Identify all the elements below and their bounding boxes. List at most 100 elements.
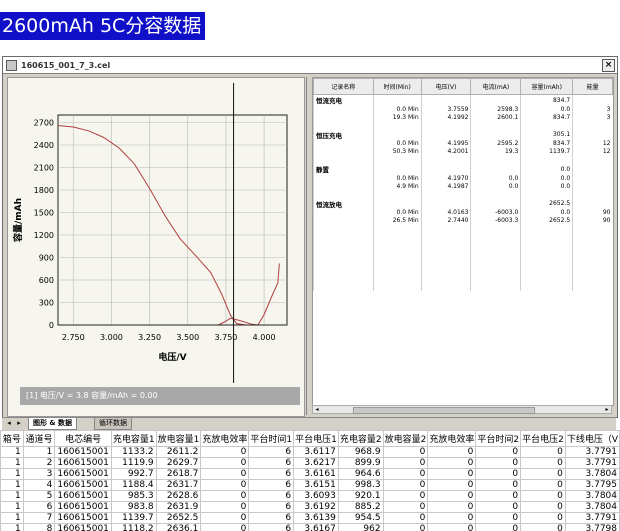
cycle-summary-sheet[interactable]: 箱号 通道号 电芯编号 充电容量1 放电容量1 充放电效率 平台时间1 平台电压1 充电容量2 放… [0, 430, 620, 531]
summary-cell[interactable]: 3.6117 [293, 446, 339, 458]
grid-row[interactable]: 恒流放电 2652.5 [313, 198, 613, 209]
tab-cycle-data[interactable]: 循环数据 [94, 418, 132, 430]
summary-cell[interactable]: 7 [22, 512, 56, 524]
summary-cell[interactable]: 6 [248, 501, 295, 513]
summary-cell[interactable]: 954.5 [337, 512, 384, 524]
summary-cell[interactable]: 3.7804 [564, 468, 620, 480]
summary-cell[interactable]: 0 [475, 512, 522, 524]
summary-cell[interactable]: 0 [427, 490, 477, 502]
summary-cell[interactable]: 160615001 [54, 446, 112, 458]
summary-cell[interactable]: 6 [248, 523, 295, 531]
summary-cell[interactable]: 2631.7 [155, 479, 202, 491]
summary-cell[interactable]: 3.6139 [293, 512, 339, 524]
summary-cell[interactable]: 1139.7 [110, 512, 157, 524]
summary-cell[interactable]: 0 [475, 479, 522, 491]
summary-cell[interactable]: 0 [200, 479, 250, 491]
grid-column-header[interactable]: 电流(mA) [470, 78, 522, 95]
summary-cell[interactable]: 2652.5 [155, 512, 202, 524]
scroll-right-icon[interactable]: ▸ [603, 406, 611, 413]
summary-cell[interactable]: 0 [427, 457, 477, 469]
summary-row[interactable]: 1 4 160615001 1188.4 2631.7 0 6 3.6151 998.3 0 0 0 0… [0, 479, 620, 491]
summary-cell[interactable]: 1 [0, 501, 24, 513]
summary-cell[interactable]: 3.6151 [293, 479, 339, 491]
summary-cell[interactable]: 0 [200, 457, 250, 469]
summary-cell[interactable]: 2629.7 [155, 457, 202, 469]
grid-row[interactable]: 静置 0.0 [313, 164, 613, 175]
summary-column-header[interactable]: 平台时间2 [475, 430, 522, 447]
summary-cell[interactable]: 3.6192 [293, 501, 339, 513]
summary-cell[interactable]: 0 [475, 490, 522, 502]
summary-cell[interactable]: 3.7791 [564, 512, 620, 524]
summary-row[interactable]: 1 6 160615001 983.8 2631.9 0 6 3.6192 885.2 0 0 0 0 3… [0, 501, 620, 513]
summary-cell[interactable]: 1 [0, 512, 24, 524]
summary-cell[interactable]: 1119.9 [110, 457, 157, 469]
summary-cell[interactable]: 964.6 [337, 468, 384, 480]
close-icon[interactable]: × [602, 58, 615, 72]
summary-column-header[interactable]: 下线电压（V [564, 430, 620, 447]
record-grid[interactable]: 记录名称 时间(Min) 电压(V) 电流(mA) 容量(mAh) 能量 恒流充电 834.… [312, 77, 614, 406]
summary-cell[interactable]: 0 [427, 512, 477, 524]
summary-cell[interactable]: 3.6093 [293, 490, 339, 502]
summary-column-header[interactable]: 电芯编号 [54, 430, 112, 447]
summary-cell[interactable]: 6 [22, 501, 56, 513]
summary-cell[interactable]: 0 [200, 468, 250, 480]
grid-row[interactable] [313, 155, 613, 165]
summary-column-header[interactable]: 充放电效率 [200, 430, 250, 447]
summary-cell[interactable]: 160615001 [54, 523, 112, 531]
summary-cell[interactable]: 3 [22, 468, 56, 480]
summary-cell[interactable]: 6 [248, 446, 295, 458]
grid-column-header[interactable]: 电压(V) [420, 78, 472, 95]
summary-column-header[interactable]: 放电容量1 [155, 430, 202, 447]
summary-cell[interactable]: 160615001 [54, 457, 112, 469]
summary-cell[interactable]: 1188.4 [110, 479, 157, 491]
tab-graph-data[interactable]: 图形 & 数据 [28, 418, 77, 430]
summary-cell[interactable]: 0 [475, 457, 522, 469]
summary-cell[interactable]: 6 [248, 490, 295, 502]
summary-cell[interactable]: 2611.2 [155, 446, 202, 458]
summary-cell[interactable]: 4 [22, 479, 56, 491]
summary-cell[interactable]: 1 [0, 446, 24, 458]
summary-row[interactable]: 1 5 160615001 985.3 2628.6 0 6 3.6093 920.1 0 0 0 0 3… [0, 490, 620, 502]
summary-cell[interactable]: 3.7798 [564, 523, 620, 531]
summary-cell[interactable]: 3.7791 [564, 457, 620, 469]
summary-cell[interactable]: 0 [427, 479, 477, 491]
summary-cell[interactable]: 0 [520, 468, 566, 480]
summary-cell[interactable]: 1 [0, 490, 24, 502]
summary-cell[interactable]: 0 [382, 512, 429, 524]
summary-cell[interactable]: 0 [382, 457, 429, 469]
summary-cell[interactable]: 0 [200, 501, 250, 513]
summary-cell[interactable]: 992.7 [110, 468, 157, 480]
summary-cell[interactable]: 899.9 [337, 457, 384, 469]
summary-column-header[interactable]: 平台电压2 [520, 430, 566, 447]
summary-cell[interactable]: 0 [520, 512, 566, 524]
summary-cell[interactable]: 5 [22, 490, 56, 502]
grid-row[interactable]: 50.3 Min 4.2001 19.3 1139.7 12 [313, 147, 613, 156]
summary-row[interactable]: 1 1 160615001 1133.2 2611.2 0 6 3.6117 968.9 0 0 0 0… [0, 446, 620, 458]
summary-cell[interactable]: 0 [382, 490, 429, 502]
capacity-voltage-chart[interactable]: 2.750 3.000 3.250 3.500 3.750 4.000 0 300 600 900… [7, 77, 305, 417]
grid-column-header[interactable]: 记录名称 [313, 78, 374, 95]
summary-cell[interactable]: 1118.2 [110, 523, 157, 531]
summary-column-header[interactable]: 放电容量2 [382, 430, 429, 447]
summary-column-header[interactable]: 平台电压1 [293, 430, 339, 447]
summary-cell[interactable]: 6 [248, 468, 295, 480]
summary-cell[interactable]: 920.1 [337, 490, 384, 502]
grid-row[interactable]: 0.0 Min 3.7559 2598.3 0.0 3 [313, 105, 613, 114]
summary-column-header[interactable]: 箱号 [0, 430, 24, 447]
pane-splitter[interactable] [306, 77, 311, 415]
summary-cell[interactable]: 0 [520, 490, 566, 502]
grid-row[interactable]: 0.0 Min 4.1995 2595.2 834.7 12 [313, 139, 613, 148]
summary-column-header[interactable]: 通道号 [22, 430, 56, 447]
grid-row[interactable]: 19.3 Min 4.1992 2600.1 834.7 3 [313, 113, 613, 122]
summary-cell[interactable]: 1 [0, 523, 24, 531]
summary-cell[interactable]: 0 [520, 457, 566, 469]
summary-cell[interactable]: 160615001 [54, 512, 112, 524]
grid-row[interactable]: 4.9 Min 4.1987 0.0 0.0 [313, 182, 613, 191]
summary-cell[interactable]: 3.7804 [564, 490, 620, 502]
summary-cell[interactable]: 2631.9 [155, 501, 202, 513]
summary-cell[interactable]: 998.3 [337, 479, 384, 491]
grid-row[interactable] [313, 121, 613, 130]
scroll-left-icon[interactable]: ◂ [313, 406, 321, 413]
summary-cell[interactable]: 160615001 [54, 501, 112, 513]
grid-row[interactable]: 恒流充电 834.7 [313, 94, 613, 105]
